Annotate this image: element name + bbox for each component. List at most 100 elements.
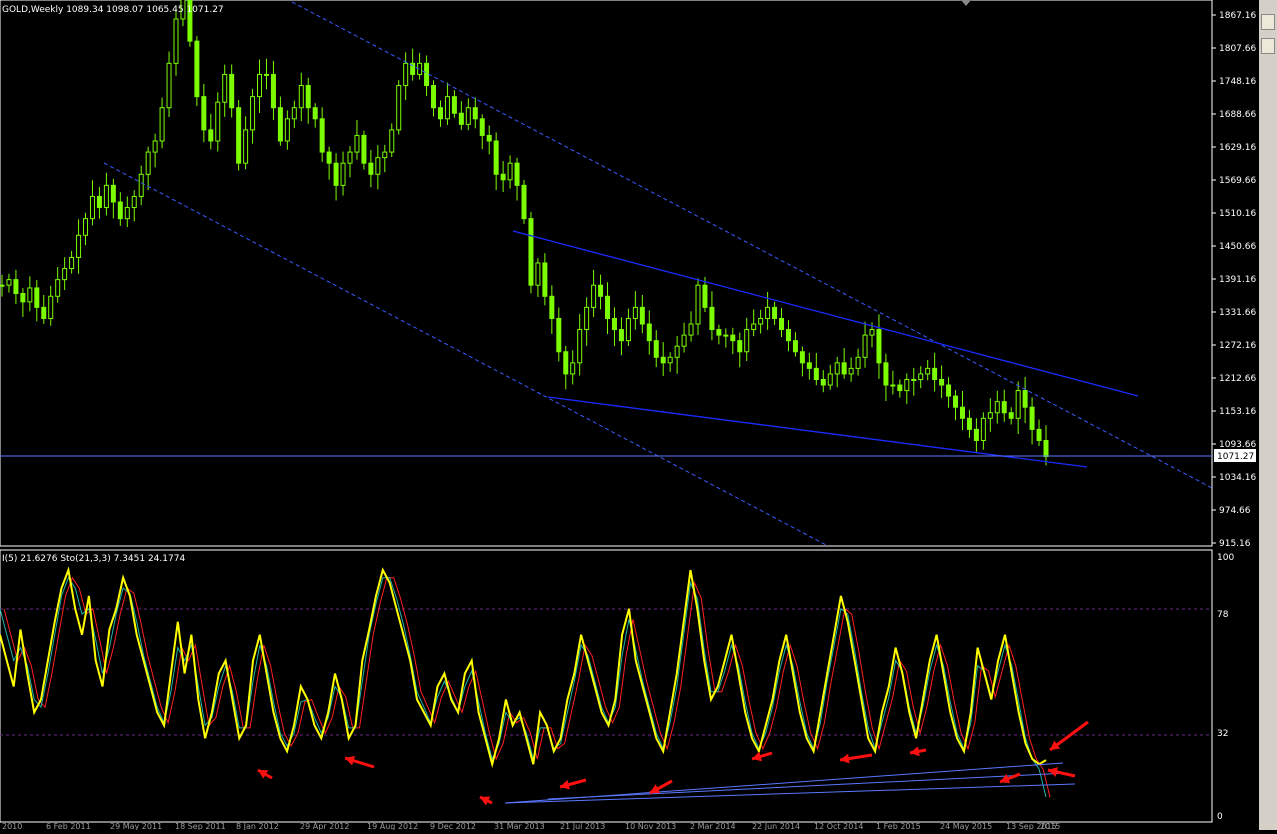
candle-body: [493, 140, 499, 175]
candle-body: [201, 96, 207, 131]
candle-body: [1022, 390, 1028, 408]
candle-body: [431, 85, 437, 109]
date-axis-label: 29 May 2011: [110, 822, 162, 830]
candle-body: [62, 268, 68, 281]
candle-body: [994, 401, 1000, 414]
candle-body: [194, 40, 200, 98]
candle-body: [83, 218, 89, 236]
candle-body: [897, 384, 903, 392]
candle-body: [639, 306, 645, 325]
candle-body: [347, 151, 353, 164]
candle-body: [424, 62, 430, 87]
candle-body: [709, 306, 715, 331]
indicator-header: I(5) 21.6276 Sto(21,3,3) 7.3451 24.1774: [2, 554, 185, 564]
indicator-axis-label: 78: [1217, 610, 1229, 620]
chart-stage[interactable]: GOLD,Weekly 1089.34 1098.07 1065.45 1071…: [0, 0, 1277, 831]
candle-body: [605, 295, 611, 319]
date-axis-label: 24 May 2015: [940, 822, 992, 830]
candle-body: [730, 334, 736, 342]
candle-body: [110, 184, 116, 203]
candle-body: [284, 118, 290, 142]
price-axis-label: 1450.66: [1219, 242, 1256, 252]
candle-body: [270, 73, 276, 109]
candle-body: [792, 340, 798, 353]
candle-body: [96, 195, 102, 209]
candle-body: [333, 162, 339, 186]
candle-body: [987, 412, 993, 419]
date-axis-label: 2 Mar 2014: [690, 822, 736, 830]
main-chart-header: GOLD,Weekly 1089.34 1098.07 1065.45 1071…: [2, 5, 224, 15]
candle-body: [946, 384, 952, 397]
date-axis-label: 10 Nov 2013: [625, 822, 676, 830]
date-axis-label: 18 Sep 2011: [175, 822, 226, 830]
candle-body: [1036, 428, 1042, 441]
candle-body: [779, 317, 785, 331]
candle-body: [173, 18, 179, 64]
candle-body: [723, 334, 729, 337]
candle-body: [953, 395, 959, 408]
indicator-axis-label: 100: [1217, 553, 1234, 563]
candle-body: [918, 373, 924, 380]
candle-body: [389, 129, 395, 153]
price-axis-label: 1569.66: [1219, 176, 1256, 186]
candle-body: [577, 329, 583, 364]
candle-body: [855, 356, 861, 369]
candle-body: [618, 329, 624, 342]
candle-body: [76, 234, 82, 258]
candle-body: [208, 129, 214, 142]
candle-body: [13, 279, 19, 295]
candle-body: [737, 340, 743, 353]
candle-body: [403, 62, 409, 87]
candle-body: [911, 378, 917, 381]
date-axis: 2010 6 Feb 2011 29 May 2011 18 Sep 2011 8 Ja…: [2, 822, 1060, 831]
candle-body: [535, 262, 541, 286]
gold-weekly-chart-svg[interactable]: GOLD,Weekly 1089.34 1098.07 1065.45 1071…: [0, 0, 1277, 831]
candle-body: [215, 101, 221, 142]
candle-body: [653, 340, 659, 358]
price-axis-label: 974.66: [1219, 506, 1251, 516]
price-axis-label: 1093.66: [1219, 440, 1256, 450]
right-toolbar-strip: [1259, 0, 1277, 830]
candle-body: [20, 293, 26, 303]
price-axis-label: 1034.16: [1219, 473, 1256, 483]
candle-body: [361, 134, 367, 164]
candle-body: [646, 323, 652, 342]
candle-body: [716, 329, 722, 336]
candle-body: [117, 201, 123, 220]
candle-body: [674, 345, 680, 358]
candle-body: [257, 73, 263, 98]
candle-body: [1015, 390, 1021, 419]
current-price-label: 1071.27: [1217, 452, 1254, 462]
candle-body: [55, 279, 61, 297]
date-axis-label: 29 Apr 2012: [300, 822, 349, 830]
candle-body: [354, 134, 360, 153]
price-axis-label: 915.16: [1219, 539, 1251, 549]
candle-body: [103, 184, 109, 209]
toolbar-button-2[interactable]: [1261, 38, 1275, 54]
candle-body: [507, 162, 513, 181]
candle-body: [319, 118, 325, 153]
candle-body: [138, 173, 144, 197]
candle-body: [48, 295, 54, 319]
candle-body: [291, 107, 297, 120]
candle-body: [472, 107, 478, 120]
date-axis-label: 21 Jul 2013: [560, 822, 605, 830]
candle-body: [69, 256, 75, 270]
candle-body: [542, 262, 548, 297]
candle-body: [806, 362, 812, 369]
candle-body: [772, 306, 778, 319]
candle-body: [848, 367, 854, 375]
candle-body: [660, 356, 666, 364]
date-axis-label: 9 Dec 2012: [430, 822, 476, 830]
toolbar-button-1[interactable]: [1261, 14, 1275, 30]
candle-body: [751, 323, 757, 331]
candle-body: [396, 85, 402, 131]
candle-body: [298, 85, 304, 109]
date-axis-label: 22 Jun 2014: [752, 822, 800, 830]
candle-body: [584, 306, 590, 331]
date-axis-label: 8 Jan 2012: [236, 822, 279, 830]
date-axis-label: 31 Mar 2013: [494, 822, 545, 830]
candle-body: [486, 134, 492, 142]
price-axis-label: 1688.66: [1219, 110, 1256, 120]
candle-body: [570, 362, 576, 375]
